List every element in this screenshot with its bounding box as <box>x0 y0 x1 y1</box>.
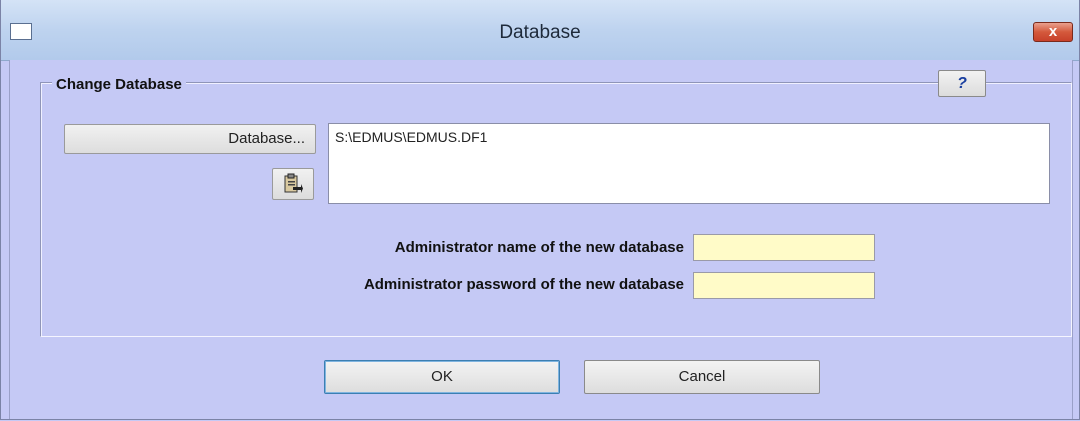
admin-name-field[interactable] <box>693 234 875 261</box>
title-bar[interactable]: Database x <box>1 0 1079 61</box>
dialog-body: Change Database ? Database... S:\EDMUS\E… <box>9 60 1073 419</box>
cancel-button[interactable]: Cancel <box>584 360 820 394</box>
window-title: Database <box>499 22 581 43</box>
database-dialog: Database x Change Database ? Database...… <box>0 0 1080 420</box>
clipboard-paste-icon <box>284 173 303 193</box>
help-icon: ? <box>957 75 967 92</box>
paste-button[interactable] <box>272 168 314 200</box>
database-path-box[interactable]: S:\EDMUS\EDMUS.DF1 <box>328 123 1050 204</box>
close-icon: x <box>1048 23 1058 40</box>
admin-name-label: Administrator name of the new database <box>394 239 684 256</box>
admin-password-label: Administrator password of the new databa… <box>363 276 684 293</box>
close-button[interactable]: x <box>1033 22 1073 42</box>
help-button[interactable]: ? <box>938 70 986 97</box>
database-browse-button[interactable]: Database... <box>64 124 316 154</box>
change-database-group <box>40 82 1072 337</box>
group-title: Change Database <box>52 76 186 93</box>
admin-password-field[interactable] <box>693 272 875 299</box>
ok-button[interactable]: OK <box>324 360 560 394</box>
